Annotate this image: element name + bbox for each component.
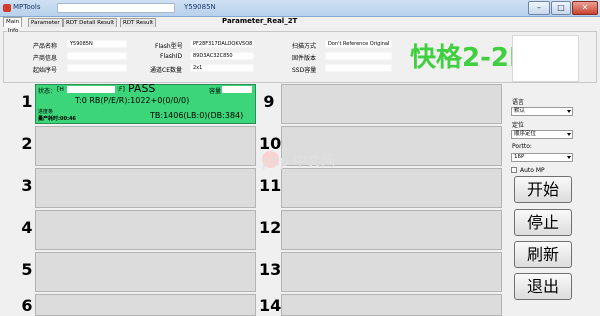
slot1-status-result: PASS (128, 82, 156, 95)
slot-number-5: 5 (21, 260, 33, 279)
slot-panel-13[interactable] (281, 252, 502, 292)
watermark-text: php 中文网 (262, 154, 336, 170)
slot1-tb-line: TB:1406(LB:0)(DB:384) (150, 111, 244, 120)
flash-id-label: FlashID (160, 53, 183, 60)
product-name-field[interactable]: Y59085N (67, 40, 127, 48)
maximize-icon: □ (557, 3, 565, 12)
right-slot-number-column (259, 84, 281, 316)
chevron-down-icon (567, 110, 571, 113)
slot-number-3: 3 (21, 176, 33, 195)
close-icon: ✕ (581, 3, 589, 12)
product-name-label: 产品名称 (33, 43, 58, 50)
product-info-field[interactable] (67, 52, 127, 60)
ssd-capacity-label: SSD容量 (292, 67, 317, 74)
slot-panel-11[interactable] (281, 168, 502, 208)
tab-strip: Main Parameter RDT Detail Result RDT Res… (0, 17, 600, 27)
firmware-field[interactable] (325, 52, 392, 60)
slot1-status-suffix: :F] (117, 86, 125, 93)
ce-count-label: 通道CE数量 (150, 67, 182, 74)
portto-label: Portto: (512, 143, 532, 150)
chevron-down-icon (567, 156, 571, 159)
info-legend: Info (7, 28, 20, 34)
slot-number-2: 2 (21, 134, 33, 153)
tab-rdt-detail-result[interactable]: RDT Detail Result (63, 18, 118, 27)
language-value: 默认 (514, 108, 526, 114)
product-info-label: 产商信息 (33, 55, 58, 62)
tab-rdt-result[interactable]: RDT Result (120, 18, 157, 27)
chevron-down-icon (567, 133, 571, 136)
title-input-field[interactable] (57, 3, 175, 13)
tab-main[interactable]: Main (3, 17, 23, 27)
slot-panel-2[interactable] (35, 126, 256, 166)
mode-code-display: 快格2-2P (410, 43, 529, 73)
slot1-status-label: 状态： (38, 88, 57, 95)
slot-panel-6[interactable] (35, 294, 256, 316)
window-title: MPTools (13, 3, 41, 11)
flash-model-field[interactable]: PF28F317DALOQKV5O8 (190, 40, 254, 48)
slot-panel-12[interactable] (281, 210, 502, 250)
slot1-capacity-field (222, 86, 252, 93)
slot-panel-14[interactable] (281, 294, 502, 316)
slot-panel-4[interactable] (35, 210, 256, 250)
refresh-button[interactable]: 刷新 (514, 241, 572, 268)
slot-number-6: 6 (21, 296, 33, 315)
auto-mp-label: Auto MP (520, 167, 545, 174)
page-title: Parameter_Real_2T (222, 17, 298, 25)
ssd-capacity-field[interactable] (325, 64, 392, 72)
flash-id-field[interactable]: 89D3AC32C850 (190, 52, 254, 60)
title-bar: MPTools Y59085N – □ ✕ (0, 0, 600, 17)
slot-number-4: 4 (21, 218, 33, 237)
slot-panel-3[interactable] (35, 168, 256, 208)
scan-mode-field[interactable]: Don't Reference Original (325, 40, 392, 48)
language-label: 语言 (512, 99, 525, 106)
slot-panel-5[interactable] (35, 252, 256, 292)
app-icon (3, 4, 11, 12)
slot-number-11: 11 (259, 176, 282, 195)
mptools-window: MPTools Y59085N – □ ✕ Main Parameter RDT… (0, 0, 600, 316)
slot1-rb-line: T:0 RB(P/E/R):1022+0(0/0/0) (75, 96, 190, 105)
minimize-icon: – (537, 3, 541, 12)
ce-count-field[interactable]: 2x1 (190, 64, 254, 72)
flash-model-label: Flash型号 (155, 43, 183, 50)
locate-select[interactable]: 顺序定位 (511, 130, 573, 139)
minimize-button[interactable]: – (528, 1, 550, 15)
language-select[interactable]: 默认 (511, 107, 573, 116)
slot-number-13: 13 (259, 260, 282, 279)
slot1-progress-label: 进度条 (38, 109, 54, 115)
slot-number-9: 9 (263, 92, 275, 111)
slot1-elapsed-time: 量产耗时:00:46 (38, 116, 76, 122)
portto-select[interactable]: 16P (511, 153, 573, 162)
tab-parameter[interactable]: Parameter (28, 18, 63, 27)
title-serial: Y59085N (184, 3, 216, 11)
preview-box (512, 35, 579, 82)
exit-button[interactable]: 退出 (514, 273, 572, 300)
locate-label: 定位 (512, 122, 525, 129)
auto-mp-checkbox[interactable] (511, 167, 517, 173)
start-serial-label: 起始序号 (33, 67, 58, 74)
slot1-capacity-label: 容量 (209, 88, 222, 95)
maximize-button[interactable]: □ (551, 1, 571, 15)
start-button[interactable]: 开始 (514, 176, 572, 203)
slot1-status-field (67, 86, 115, 93)
start-serial-field[interactable] (67, 64, 127, 72)
slot-panel-9[interactable] (281, 84, 502, 124)
slot-number-12: 12 (259, 218, 282, 237)
slot1-status-prefix: [H (57, 86, 64, 93)
scan-mode-label: 扫描方式 (292, 43, 317, 50)
stop-button[interactable]: 停止 (514, 209, 572, 236)
portto-value: 16P (514, 154, 525, 160)
locate-value: 顺序定位 (514, 131, 537, 137)
slot-number-1: 1 (21, 92, 33, 111)
slot-number-14: 14 (259, 296, 282, 315)
close-button[interactable]: ✕ (572, 1, 598, 15)
firmware-label: 固件版本 (292, 55, 317, 62)
